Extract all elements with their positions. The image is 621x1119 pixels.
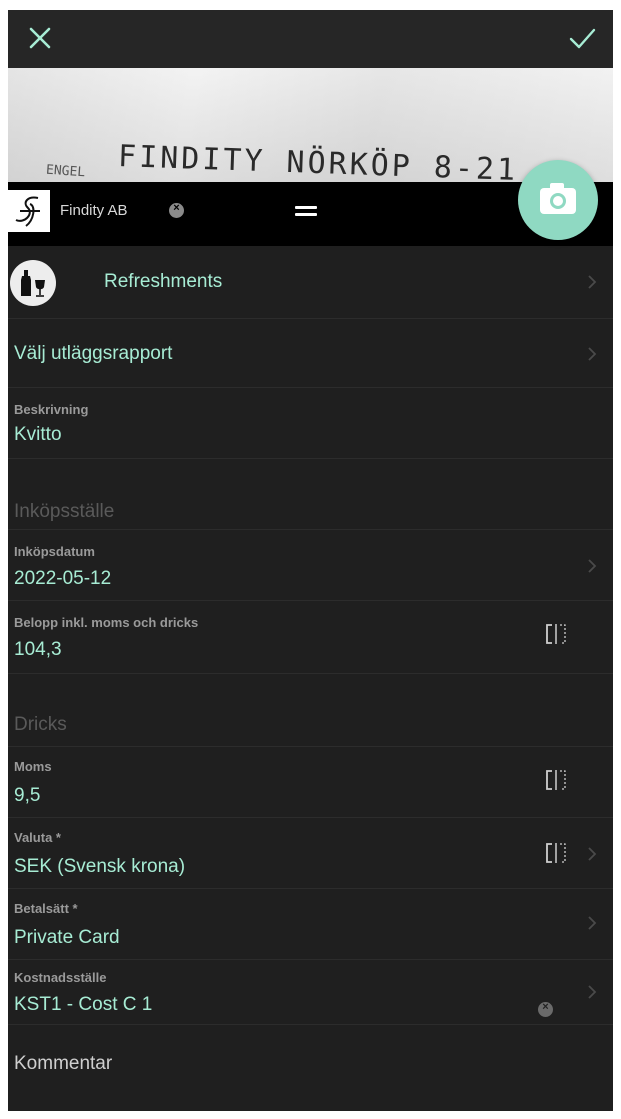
payment-method-label: Betalsätt * [14,901,78,916]
camera-button[interactable] [518,160,598,240]
cost-center-label: Kostnadsställe [14,970,107,985]
chevron-right-icon [588,347,597,361]
chevron-right-icon [588,916,597,930]
amount-field[interactable]: Belopp inkl. moms och dricks 104,3 [8,601,613,674]
split-icon[interactable] [544,769,570,791]
description-value: Kvitto [14,424,62,445]
chevron-right-icon [588,275,597,289]
currency-label: Valuta * [14,830,61,845]
cost-center-value: KST1 - Cost C 1 [14,994,153,1015]
expense-report-row[interactable]: Välj utläggsrapport [8,319,613,388]
drag-handle-icon[interactable] [295,206,317,216]
chevron-right-icon [588,559,597,573]
cost-center-field[interactable]: Kostnadsställe KST1 - Cost C 1 × [8,960,613,1025]
purchase-date-value: 2022-05-12 [14,568,112,589]
chevron-right-icon [588,985,597,999]
top-bar [8,10,613,68]
tip-field[interactable]: Dricks [8,674,613,747]
company-name[interactable]: Findity AB [60,202,128,219]
currency-value: SEK (Svensk krona) [14,856,186,877]
wine-bottle-glass-icon [10,260,56,306]
expense-form-screen: ENGEL FINDITY NÖRKÖP 8-21 Findity AB × R… [8,10,613,1111]
currency-field[interactable]: Valuta * SEK (Svensk krona) [8,818,613,889]
comment-placeholder: Kommentar [14,1053,113,1074]
amount-label: Belopp inkl. moms och dricks [14,615,199,630]
description-field[interactable]: Beskrivning Kvitto [8,388,613,459]
payment-method-field[interactable]: Betalsätt * Private Card [8,889,613,960]
payment-method-value: Private Card [14,927,120,948]
merchant-placeholder: Inköpsställe [14,501,115,522]
amount-value: 104,3 [14,639,62,660]
category-label: Refreshments [104,271,223,292]
vat-label: Moms [14,759,52,774]
purchase-date-field[interactable]: Inköpsdatum 2022-05-12 [8,530,613,601]
camera-icon [540,183,576,214]
company-logo [8,190,50,232]
close-circle-icon[interactable]: × [169,202,184,218]
receipt-text-small: ENGEL [45,162,86,181]
close-icon[interactable] [26,24,54,52]
split-icon[interactable] [544,842,570,864]
description-label: Beskrivning [14,402,89,417]
merchant-field[interactable]: Inköpsställe [8,459,613,530]
comment-field[interactable]: Kommentar [8,1025,613,1111]
purchase-date-label: Inköpsdatum [14,544,95,559]
chevron-right-icon [588,847,597,861]
split-icon[interactable] [544,623,570,645]
expense-report-label: Välj utläggsrapport [14,343,173,364]
clear-circle-icon[interactable]: × [538,1001,553,1017]
tip-placeholder: Dricks [14,714,67,735]
category-row[interactable]: Refreshments [8,246,613,319]
checkmark-icon[interactable] [567,24,597,52]
vat-field[interactable]: Moms 9,5 [8,747,613,818]
vat-value: 9,5 [14,785,41,806]
